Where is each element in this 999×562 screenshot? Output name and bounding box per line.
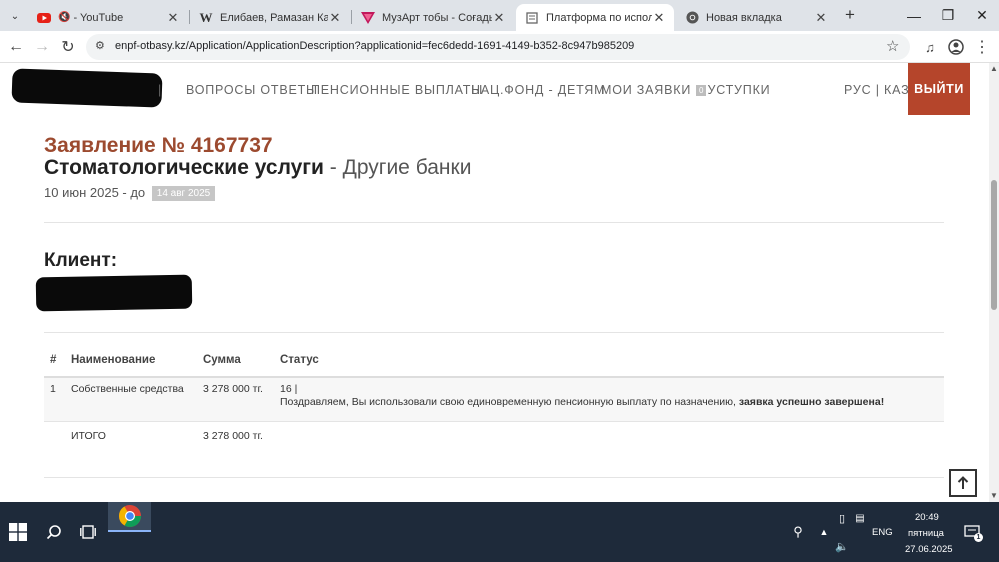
divider [44, 332, 944, 333]
browser-toolbar: ← → ↻ ⚙ enpf-otbasy.kz/Application/Appli… [0, 31, 999, 63]
usb-icon[interactable]: ▯ [834, 510, 850, 526]
wikipedia-icon: W [199, 9, 213, 25]
close-tab-icon[interactable]: ✕ [166, 10, 180, 26]
tab-wikipedia[interactable]: W Елибаев, Рамазан Кабдолд ✕ [190, 4, 350, 31]
nav-my-applications[interactable]: МОИ ЗАЯВКИ [601, 83, 691, 97]
task-view-icon[interactable] [76, 520, 100, 544]
page-icon [524, 10, 540, 26]
close-window-icon[interactable]: ✕ [965, 0, 999, 31]
tab-title: Платформа по использова [546, 11, 652, 24]
scroll-up-arrow-icon[interactable]: ▲ [990, 64, 998, 73]
media-control-icon[interactable]: ♫ [918, 35, 942, 59]
restore-icon[interactable]: ❐ [931, 0, 965, 31]
youtube-icon [36, 10, 52, 26]
language-indicator[interactable]: ENG [872, 527, 893, 538]
tab-music[interactable]: МузАрт тобы - Соғады сен ✕ [352, 4, 514, 31]
reload-icon[interactable]: ↻ [56, 35, 80, 59]
column-header-number: # [50, 354, 57, 366]
nav-faq[interactable]: ВОПРОСЫ ОТВЕТЫ [186, 83, 318, 97]
date-to-badge: 14 авг 2025 [151, 186, 216, 201]
address-bar[interactable]: ⚙ enpf-otbasy.kz/Application/Application… [86, 34, 910, 60]
scroll-down-arrow-icon[interactable]: ▼ [990, 491, 998, 500]
tab-title: Елибаев, Рамазан Кабдолд [220, 11, 328, 24]
site-info-icon[interactable]: ⚙ [95, 39, 105, 52]
nav-concessions[interactable]: 0 УСТУПКИ [696, 83, 770, 97]
language-switcher[interactable]: РУС | КАЗ [844, 83, 909, 97]
minimize-icon[interactable]: — [897, 0, 931, 31]
row-status-code: 16 | [280, 383, 298, 395]
tab-title: Новая вкладка [706, 11, 782, 24]
column-header-amount: Сумма [203, 354, 241, 366]
profile-icon[interactable] [944, 35, 968, 59]
close-tab-icon[interactable]: ✕ [814, 10, 828, 26]
close-tab-icon[interactable]: ✕ [328, 10, 342, 26]
row-status-message: Поздравляем, Вы использовали свою единов… [280, 396, 884, 408]
status-text: Поздравляем, Вы использовали свою единов… [280, 396, 739, 408]
people-icon[interactable]: ⚲ [788, 522, 808, 542]
nav-natfund-children[interactable]: НАЦ.ФОНД - ДЕТЯМ [471, 83, 605, 97]
windows-taskbar: ⚲ ▲ ▯ ▤ 🔈 ENG 20:49 пятница 27.06.2025 1 [0, 502, 999, 562]
close-tab-icon[interactable]: ✕ [492, 10, 506, 26]
show-hidden-icons[interactable]: ▲ [816, 522, 832, 542]
tab-title: МузАрт тобы - Соғады сен [382, 11, 492, 24]
column-header-name: Наименование [71, 354, 156, 366]
row-name: Собственные средства [71, 383, 184, 395]
arrow-up-icon [957, 476, 969, 489]
date-range: 10 июн 2025 - до 14 авг 2025 [44, 185, 216, 201]
chrome-taskbar-icon[interactable] [108, 502, 151, 532]
search-icon[interactable] [42, 520, 66, 544]
scrollbar-thumb[interactable] [991, 180, 997, 310]
nav-concessions-label: УСТУПКИ [707, 83, 771, 97]
forward-icon[interactable]: → [30, 35, 54, 59]
network-icon[interactable]: ▤ [852, 510, 868, 526]
close-tab-icon[interactable]: ✕ [652, 10, 666, 26]
browser-tab-strip: ⌄ 🔇 - YouTube ✕ W Елибаев, Рамазан Кабдо… [0, 0, 999, 31]
column-header-status: Статус [280, 354, 319, 366]
new-tab-button[interactable]: + [840, 5, 860, 25]
clock-time[interactable]: 20:49 [915, 512, 939, 523]
windows-start-icon[interactable] [6, 520, 30, 544]
total-label: ИТОГО [71, 430, 106, 442]
bank-name: - Другие банки [323, 156, 472, 179]
scroll-to-top-button[interactable] [949, 469, 977, 497]
client-label: Клиент: [44, 250, 118, 271]
site-header: | ВОПРОСЫ ОТВЕТЫ ПЕНСИОННЫЕ ВЫПЛАТЫ НАЦ.… [0, 63, 989, 115]
redacted-logo [11, 68, 163, 108]
tab-new[interactable]: Новая вкладка ✕ [676, 4, 836, 31]
tab-title: - YouTube [73, 11, 124, 24]
volume-icon[interactable]: 🔈 [834, 538, 850, 554]
divider [44, 222, 944, 223]
clock-date[interactable]: 27.06.2025 [905, 544, 953, 555]
mute-icon: 🔇 [58, 12, 71, 23]
tab-search-icon[interactable]: ⌄ [6, 8, 24, 24]
logout-button[interactable]: ВЫЙТИ [908, 63, 970, 115]
tab-youtube[interactable]: 🔇 - YouTube ✕ [28, 4, 188, 31]
chrome-icon [684, 10, 700, 26]
nav-pension-payments[interactable]: ПЕНСИОННЫЕ ВЫПЛАТЫ [311, 83, 483, 97]
redacted-client-name [35, 274, 193, 312]
total-amount: 3 278 000 тг. [203, 430, 263, 442]
row-amount: 3 278 000 тг. [203, 383, 263, 395]
notification-count-badge: 1 [974, 533, 983, 542]
clock-day[interactable]: пятница [908, 528, 944, 539]
concessions-count-badge: 0 [696, 85, 707, 96]
back-icon[interactable]: ← [4, 35, 28, 59]
date-from: 10 июн 2025 - до [44, 185, 149, 200]
application-title: Заявление № 4167737 [44, 134, 273, 157]
service-name: Стоматологические услуги [44, 156, 324, 179]
status-completed: заявка успешно завершена! [738, 396, 885, 408]
yandex-music-icon [360, 10, 376, 26]
divider [44, 477, 944, 478]
row-number: 1 [50, 383, 56, 395]
url-text: enpf-otbasy.kz/Application/ApplicationDe… [115, 40, 635, 52]
service-line: Стоматологические услуги - Другие банки [44, 156, 471, 180]
menu-icon[interactable]: ⋮ [970, 35, 994, 59]
bookmark-star-icon[interactable]: ☆ [886, 37, 899, 55]
tab-platform[interactable]: Платформа по использова ✕ [516, 4, 674, 31]
